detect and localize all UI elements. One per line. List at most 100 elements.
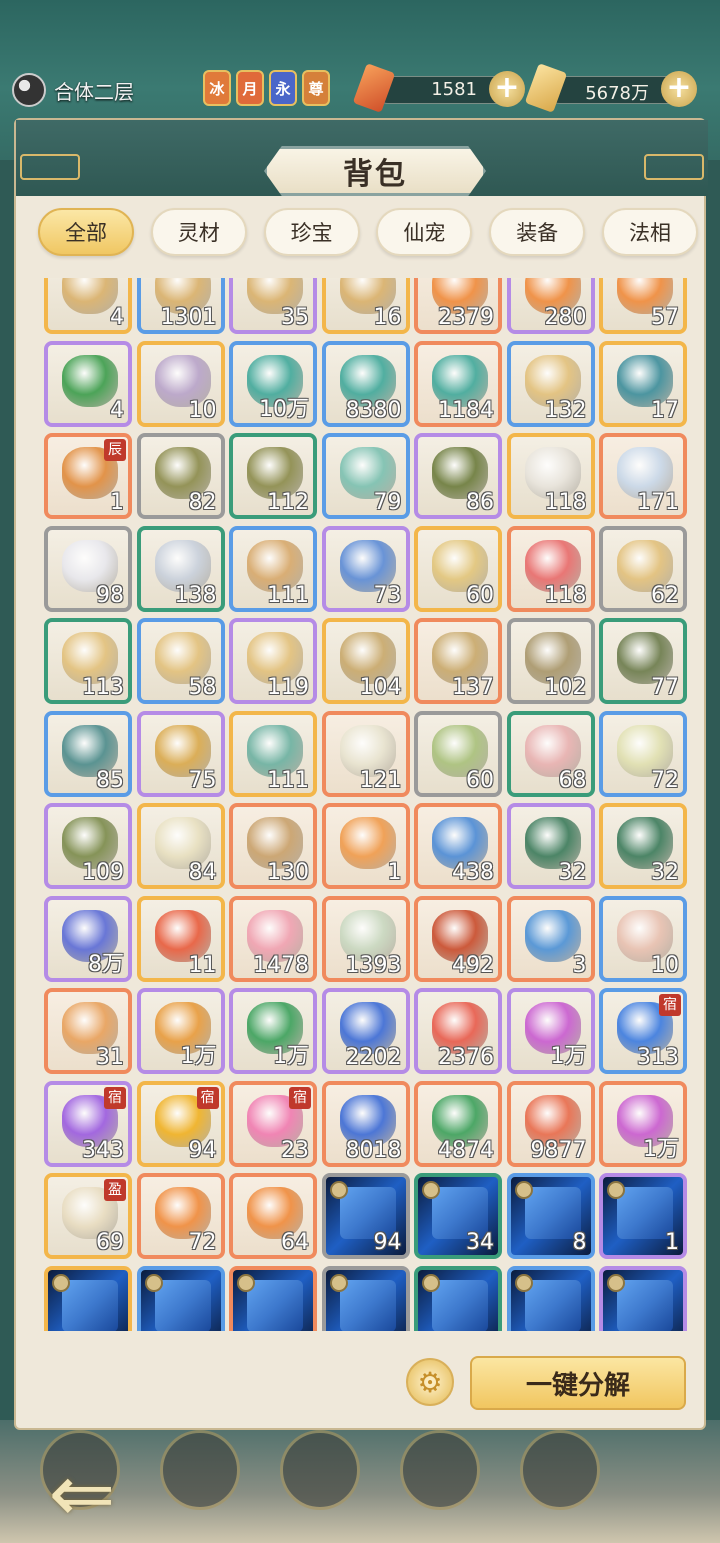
inventory-item[interactable]: 492 xyxy=(414,895,502,982)
inventory-item[interactable] xyxy=(599,1265,687,1331)
inventory-item[interactable]: 112 xyxy=(229,433,317,519)
inventory-item[interactable]: 86 xyxy=(414,433,502,519)
tab-all[interactable]: 全部 xyxy=(38,208,134,256)
nav-circle-5[interactable] xyxy=(520,1430,600,1510)
inventory-item[interactable]: 宿 313 xyxy=(599,988,687,1074)
inventory-item[interactable]: 35 xyxy=(229,278,317,334)
inventory-item[interactable]: 1万 xyxy=(506,988,595,1074)
inventory-item[interactable]: 1393 xyxy=(321,895,410,982)
inventory-item[interactable]: 438 xyxy=(414,803,502,889)
realm-indicator[interactable]: 合体二层 xyxy=(12,72,134,108)
inventory-item[interactable]: 10 xyxy=(599,895,687,982)
nav-circle-2[interactable] xyxy=(160,1430,240,1510)
tab-treasures[interactable]: 珍宝 xyxy=(263,208,360,256)
item-grid-viewport[interactable]: 4 1301 35 16 2379 280 57 4 10 10万 8380 1184 132 17 辰 1 8… xyxy=(44,278,694,1331)
inventory-item[interactable] xyxy=(414,1265,502,1331)
inventory-item[interactable]: 60 xyxy=(414,525,502,612)
inventory-item[interactable]: 98 xyxy=(44,525,132,612)
inventory-item[interactable]: 17 xyxy=(599,340,687,427)
inventory-item[interactable]: 16 xyxy=(321,278,410,334)
inventory-item[interactable]: 10 xyxy=(136,340,225,427)
inventory-item[interactable]: 171 xyxy=(599,433,687,519)
inventory-item[interactable]: 10万 xyxy=(229,340,317,427)
inventory-item[interactable]: 111 xyxy=(229,710,317,797)
inventory-item[interactable]: 72 xyxy=(599,710,687,797)
inventory-item[interactable]: 138 xyxy=(136,525,225,612)
tab-pets[interactable]: 仙宠 xyxy=(376,208,473,256)
inventory-item[interactable] xyxy=(229,1265,317,1331)
inventory-item[interactable]: 8万 xyxy=(44,895,132,982)
inventory-item[interactable]: 8018 xyxy=(321,1080,410,1167)
inventory-item[interactable]: 11 xyxy=(136,895,225,982)
inventory-item[interactable] xyxy=(321,1265,410,1331)
badge-moon[interactable]: 月 xyxy=(236,70,264,106)
inventory-item[interactable]: 72 xyxy=(136,1173,225,1259)
badge-supreme[interactable]: 尊 xyxy=(302,70,330,106)
inventory-item[interactable]: 113 xyxy=(44,618,132,704)
inventory-item[interactable]: 1478 xyxy=(229,895,317,982)
nav-circle-3[interactable] xyxy=(280,1430,360,1510)
inventory-item[interactable]: 68 xyxy=(506,710,595,797)
add-gem-button[interactable]: + xyxy=(489,71,525,107)
inventory-item[interactable]: 8 xyxy=(506,1173,595,1259)
add-gold-button[interactable]: + xyxy=(661,71,697,107)
inventory-item[interactable]: 77 xyxy=(599,618,687,704)
inventory-item[interactable]: 2202 xyxy=(321,988,410,1074)
inventory-item[interactable] xyxy=(506,1265,595,1331)
inventory-item[interactable]: 73 xyxy=(321,525,410,612)
inventory-item[interactable]: 104 xyxy=(321,618,410,704)
inventory-item[interactable]: 60 xyxy=(414,710,502,797)
inventory-item[interactable]: 94 xyxy=(321,1173,410,1259)
inventory-item[interactable]: 2376 xyxy=(414,988,502,1074)
inventory-item[interactable]: 4 xyxy=(44,278,132,334)
inventory-item[interactable]: 9877 xyxy=(506,1080,595,1167)
inventory-item[interactable]: 宿 94 xyxy=(136,1080,225,1167)
inventory-item[interactable]: 132 xyxy=(506,340,595,427)
inventory-item[interactable]: 宿 343 xyxy=(44,1080,132,1167)
inventory-item[interactable]: 58 xyxy=(136,618,225,704)
inventory-item[interactable]: 111 xyxy=(229,525,317,612)
inventory-item[interactable] xyxy=(136,1265,225,1331)
inventory-item[interactable]: 62 xyxy=(599,525,687,612)
inventory-item[interactable]: 64 xyxy=(229,1173,317,1259)
inventory-item[interactable]: 1万 xyxy=(136,988,225,1074)
inventory-item[interactable]: 79 xyxy=(321,433,410,519)
inventory-item[interactable]: 57 xyxy=(599,278,687,334)
inventory-item[interactable]: 1万 xyxy=(229,988,317,1074)
inventory-item[interactable]: 118 xyxy=(506,433,595,519)
back-arrow-icon[interactable]: ⇐ xyxy=(22,1447,142,1540)
inventory-item[interactable]: 1 xyxy=(599,1173,687,1259)
inventory-item[interactable]: 2379 xyxy=(414,278,502,334)
inventory-item[interactable]: 8380 xyxy=(321,340,410,427)
inventory-item[interactable]: 109 xyxy=(44,803,132,889)
inventory-item[interactable]: 85 xyxy=(44,710,132,797)
nav-circle-4[interactable] xyxy=(400,1430,480,1510)
inventory-item[interactable]: 4874 xyxy=(414,1080,502,1167)
inventory-item[interactable]: 119 xyxy=(229,618,317,704)
badge-eternal[interactable]: 永 xyxy=(269,70,297,106)
inventory-item[interactable]: 3 xyxy=(506,895,595,982)
inventory-item[interactable]: 1184 xyxy=(414,340,502,427)
inventory-item[interactable]: 280 xyxy=(506,278,595,334)
tab-equipment[interactable]: 装备 xyxy=(489,208,586,256)
inventory-item[interactable]: 1301 xyxy=(136,278,225,334)
inventory-item[interactable]: 32 xyxy=(599,803,687,889)
inventory-item[interactable]: 130 xyxy=(229,803,317,889)
inventory-item[interactable]: 1 xyxy=(321,803,410,889)
inventory-item[interactable]: 31 xyxy=(44,988,132,1074)
inventory-item[interactable]: 辰1 xyxy=(44,433,132,519)
tab-materials[interactable]: 灵材 xyxy=(150,208,247,256)
inventory-item[interactable]: 盈 69 xyxy=(44,1173,132,1259)
inventory-item[interactable]: 84 xyxy=(136,803,225,889)
badge-ice[interactable]: 冰 xyxy=(203,70,231,106)
settings-gear-icon[interactable]: ⚙ xyxy=(406,1358,454,1406)
inventory-item[interactable] xyxy=(44,1265,132,1331)
inventory-item[interactable]: 4 xyxy=(44,340,132,427)
inventory-item[interactable]: 75 xyxy=(136,710,225,797)
decompose-all-button[interactable]: 一键分解 xyxy=(470,1356,686,1410)
inventory-item[interactable]: 1万 xyxy=(599,1080,687,1167)
inventory-item[interactable]: 102 xyxy=(506,618,595,704)
inventory-item[interactable]: 121 xyxy=(321,710,410,797)
inventory-item[interactable]: 34 xyxy=(414,1173,502,1259)
tab-dharma[interactable]: 法相 xyxy=(601,208,698,256)
